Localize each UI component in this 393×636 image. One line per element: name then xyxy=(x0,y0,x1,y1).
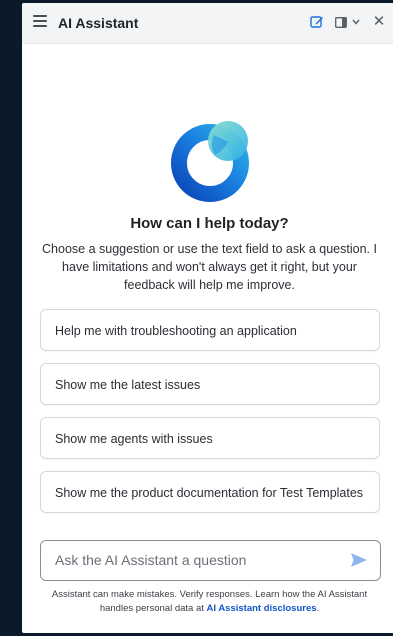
panel-layout-icon[interactable] xyxy=(333,14,361,30)
menu-icon[interactable] xyxy=(33,15,47,27)
question-input[interactable] xyxy=(55,549,325,571)
suggestion-latest-issues[interactable]: Show me the latest issues xyxy=(40,363,380,405)
question-composer xyxy=(40,540,381,581)
ai-assistant-panel: AI Assistant ✕ How can I help today? Cho… xyxy=(22,3,393,633)
welcome-intro: Choose a suggestion or use the text fiel… xyxy=(42,242,377,292)
suggestion-troubleshooting[interactable]: Help me with troubleshooting an applicat… xyxy=(40,309,380,351)
panel-header: AI Assistant ✕ xyxy=(22,3,393,44)
suggestion-product-documentation[interactable]: Show me the product documentation for Te… xyxy=(40,471,380,513)
send-icon[interactable] xyxy=(350,552,368,568)
edit-icon[interactable] xyxy=(309,14,325,30)
disclaimer-end: . xyxy=(316,603,320,614)
disclosures-link[interactable]: AI Assistant disclosures xyxy=(207,603,317,614)
disclaimer: Assistant can make mistakes. Verify resp… xyxy=(34,588,385,616)
welcome-heading: How can I help today? xyxy=(130,215,289,232)
panel-title: AI Assistant xyxy=(58,15,139,31)
suggestion-agents-with-issues[interactable]: Show me agents with issues xyxy=(40,417,380,459)
chevron-down-icon[interactable] xyxy=(351,19,360,25)
ai-assistant-logo xyxy=(171,121,249,202)
close-icon[interactable]: ✕ xyxy=(372,14,386,30)
